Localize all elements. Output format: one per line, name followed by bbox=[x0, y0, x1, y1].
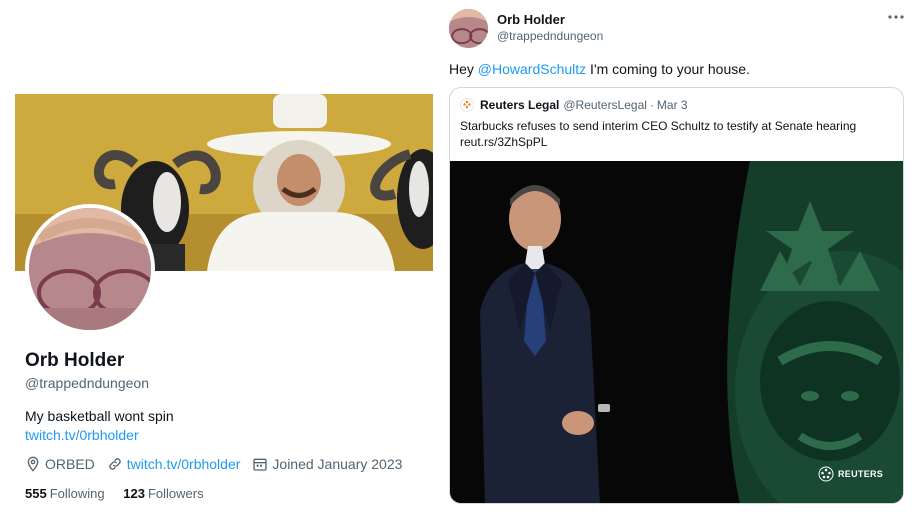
tweet-text: Hey @HowardSchultz I'm coming to your ho… bbox=[449, 61, 750, 77]
location-pin-icon bbox=[27, 456, 39, 472]
profile-panel: Orb Holder @trappedndungeon My basketbal… bbox=[0, 0, 440, 517]
profile-display-name: Orb Holder bbox=[25, 350, 125, 371]
quoted-tweet[interactable]: Reuters Legal @ReutersLegal · Mar 3 Star… bbox=[449, 87, 904, 504]
bio-link[interactable]: twitch.tv/0rbholder bbox=[25, 427, 139, 443]
quoted-headline: Starbucks refuses to send interim CEO Sc… bbox=[460, 119, 857, 133]
quoted-author-handle[interactable]: @ReutersLegal bbox=[563, 98, 647, 112]
profile-website[interactable]: twitch.tv/0rbholder bbox=[107, 456, 241, 472]
tweet-author-handle[interactable]: @trappedndungeon bbox=[497, 29, 603, 43]
tweet-card[interactable]: Orb Holder @trappedndungeon Hey @HowardS… bbox=[440, 0, 918, 517]
followers-label: Followers bbox=[147, 486, 204, 501]
reuters-logo-icon bbox=[818, 466, 834, 482]
profile-avatar[interactable] bbox=[25, 204, 155, 334]
profile-joined: Joined January 2023 bbox=[252, 456, 402, 472]
joined-text: Joined January 2023 bbox=[272, 456, 403, 472]
followers-stat[interactable]: 123 Followers bbox=[123, 486, 203, 501]
quoted-separator: · bbox=[649, 98, 654, 112]
profile-meta-row: ORBED twitch.tv/0rbholder Joined January… bbox=[25, 456, 414, 472]
quoted-tweet-header: Reuters Legal @ReutersLegal · Mar 3 bbox=[460, 98, 688, 112]
website-link[interactable]: twitch.tv/0rbholder bbox=[127, 456, 241, 472]
location-text: ORBED bbox=[45, 456, 95, 472]
reuters-watermark-text: REUTERS bbox=[838, 469, 884, 479]
reuters-logo-icon bbox=[463, 100, 471, 109]
more-options-icon[interactable] bbox=[887, 12, 905, 22]
following-count: 555 bbox=[25, 486, 47, 501]
tweet-text-prefix: Hey bbox=[449, 61, 478, 77]
reuters-watermark: REUTERS bbox=[818, 466, 883, 482]
profile-handle: @trappedndungeon bbox=[25, 375, 149, 391]
tweet-text-suffix: I'm coming to your house. bbox=[586, 61, 750, 77]
tweet-author-avatar[interactable] bbox=[449, 9, 488, 48]
reuters-avatar[interactable] bbox=[460, 98, 474, 112]
calendar-icon bbox=[253, 458, 268, 471]
quoted-link[interactable]: reut.rs/3ZhSpPL bbox=[460, 134, 895, 150]
mention-link[interactable]: @HowardSchultz bbox=[478, 61, 586, 77]
follow-stats: 555 Following 123 Followers bbox=[25, 486, 219, 501]
tweet-author-name[interactable]: Orb Holder bbox=[497, 12, 565, 27]
followers-count: 123 bbox=[123, 486, 145, 501]
link-icon bbox=[109, 458, 121, 470]
quoted-tweet-text: Starbucks refuses to send interim CEO Sc… bbox=[460, 118, 895, 150]
following-label: Following bbox=[49, 486, 105, 501]
quoted-tweet-image[interactable]: REUTERS bbox=[450, 161, 903, 503]
profile-bio: My basketball wont spin bbox=[25, 408, 174, 424]
profile-location: ORBED bbox=[25, 456, 95, 472]
following-stat[interactable]: 555 Following bbox=[25, 486, 105, 501]
quoted-author-name[interactable]: Reuters Legal bbox=[480, 98, 559, 112]
quoted-date[interactable]: Mar 3 bbox=[657, 98, 688, 112]
